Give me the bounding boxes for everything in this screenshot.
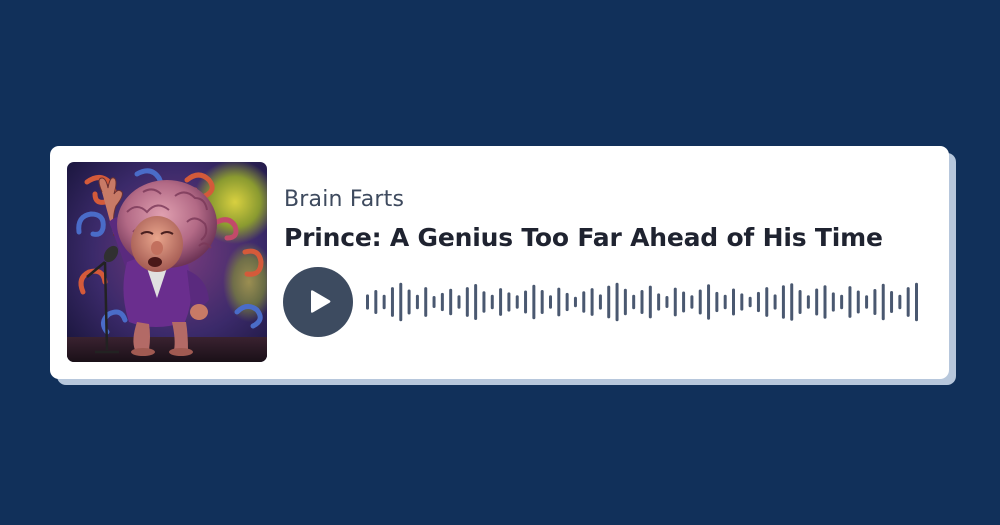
waveform-bar xyxy=(831,292,835,312)
waveform-bar xyxy=(798,290,802,314)
waveform-bar xyxy=(906,287,910,317)
waveform-bar xyxy=(840,294,844,310)
waveform-bar xyxy=(499,288,503,316)
waveform-bar xyxy=(440,292,444,312)
play-button[interactable] xyxy=(283,267,353,337)
waveform-bar xyxy=(690,295,694,309)
waveform-bar xyxy=(374,290,378,314)
waveform-bar xyxy=(848,286,852,318)
waveform-bar xyxy=(815,288,819,316)
waveform-bar xyxy=(432,296,436,308)
waveform-bar xyxy=(582,291,586,313)
waveform-bar xyxy=(549,295,552,309)
waveform-bar xyxy=(898,294,902,310)
waveform-bar xyxy=(540,290,544,314)
waveform-bar xyxy=(748,296,752,308)
waveform-bar xyxy=(665,296,669,308)
waveform-bar xyxy=(557,287,561,317)
waveform-bar xyxy=(915,282,918,322)
waveform-bar xyxy=(615,282,619,322)
waveform-bar xyxy=(740,293,744,311)
waveform-bar xyxy=(756,291,760,313)
waveform-bar xyxy=(765,287,769,317)
show-name: Brain Farts xyxy=(284,187,405,212)
waveform-bar xyxy=(524,290,528,314)
waveform-bar xyxy=(482,291,486,313)
waveform-bar xyxy=(682,291,686,313)
waveform-bar xyxy=(515,295,519,309)
waveform-bar xyxy=(856,290,860,314)
waveform-bar xyxy=(590,288,594,316)
waveform-bar xyxy=(465,287,469,317)
waveform-bar xyxy=(673,287,677,317)
waveform-bar xyxy=(873,289,877,315)
waveform-bar xyxy=(623,288,627,316)
episode-artwork xyxy=(67,162,267,362)
waveform-bar xyxy=(823,285,827,319)
podcast-player-card: Brain Farts Prince: A Genius Too Far Ahe… xyxy=(50,146,949,379)
waveform-bar xyxy=(657,293,661,311)
episode-title: Prince: A Genius Too Far Ahead of His Ti… xyxy=(284,223,883,252)
waveform-bar xyxy=(790,283,794,321)
waveform-bar xyxy=(532,284,536,320)
waveform-bar xyxy=(565,292,569,312)
waveform-bar xyxy=(382,294,386,310)
waveform-bars xyxy=(366,282,918,322)
waveform-bar xyxy=(424,287,428,317)
waveform-bar xyxy=(698,289,702,315)
waveform-bar xyxy=(640,290,644,314)
waveform-bar xyxy=(723,294,727,310)
waveform-bar xyxy=(598,294,602,310)
waveform-bar xyxy=(715,291,719,313)
audio-waveform-scrubber[interactable] xyxy=(366,278,918,326)
waveform-bar xyxy=(474,284,478,320)
waveform-bar xyxy=(707,284,711,320)
play-icon xyxy=(311,290,331,313)
waveform-bar xyxy=(773,294,777,310)
waveform-bar xyxy=(781,285,785,319)
waveform-bar xyxy=(457,295,461,309)
waveform-bar xyxy=(390,287,394,317)
waveform-bar xyxy=(890,290,894,314)
waveform-bar xyxy=(415,294,419,310)
waveform-bar xyxy=(865,295,869,309)
waveform-bar xyxy=(366,294,369,310)
waveform-bar xyxy=(573,296,577,308)
waveform-bar xyxy=(507,292,511,312)
waveform-bar xyxy=(648,285,652,319)
waveform-bar xyxy=(732,288,735,316)
waveform-bar xyxy=(490,294,494,310)
waveform-bar xyxy=(399,282,403,322)
waveform-bar xyxy=(607,285,611,319)
waveform-bar xyxy=(449,288,453,316)
waveform-bar xyxy=(632,294,636,310)
waveform-bar xyxy=(806,295,810,309)
waveform-bar xyxy=(407,289,411,315)
waveform-bar xyxy=(881,283,885,321)
